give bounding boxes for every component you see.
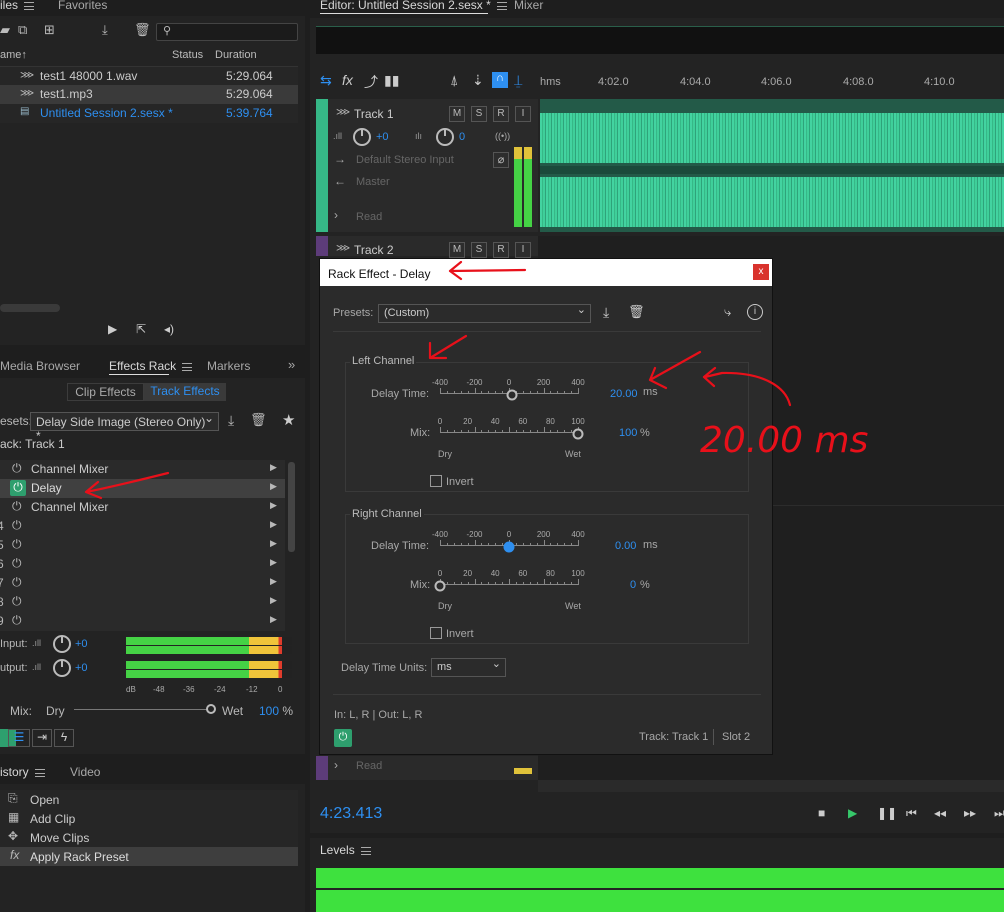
handwritten-note: 20.00 ms — [700, 420, 868, 461]
annotation-arrow — [428, 334, 468, 360]
annotation-arrow — [448, 260, 527, 281]
annotation-arrow — [84, 471, 170, 500]
annotation-arrow — [648, 350, 702, 390]
annotation-layer: 20.00 ms — [84, 260, 868, 500]
annotation-arrow — [702, 366, 792, 407]
